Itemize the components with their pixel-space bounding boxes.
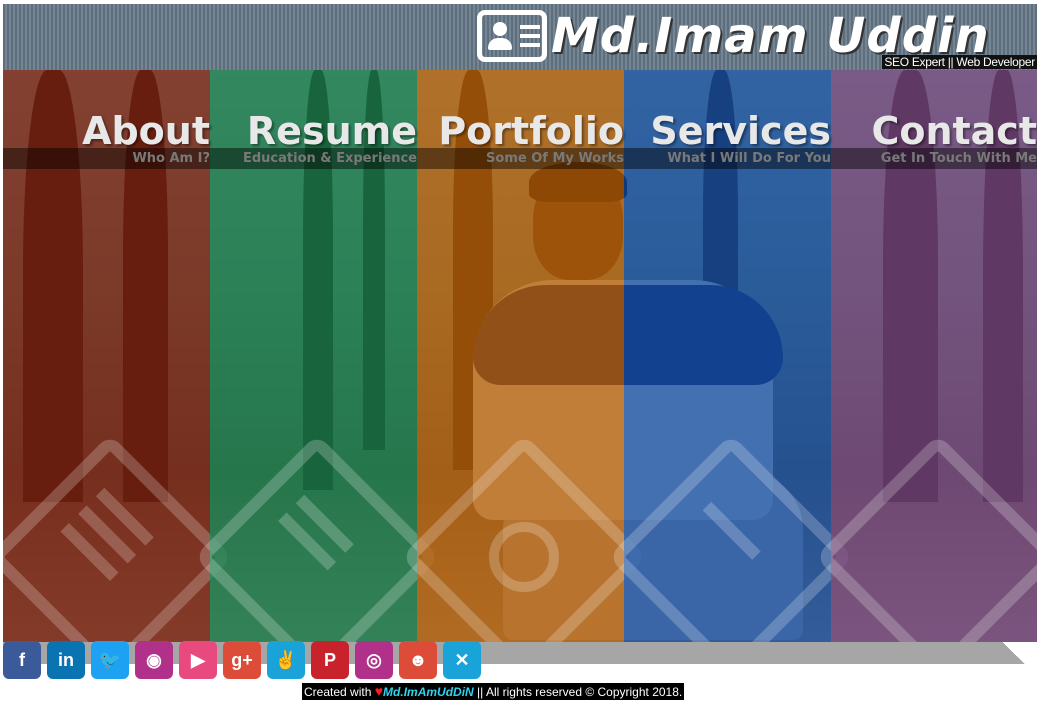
id-card-icon[interactable] (477, 10, 547, 62)
github-icon[interactable]: ◉ (135, 641, 173, 679)
twitter-icon[interactable]: 🐦 (91, 641, 129, 679)
reddit-icon[interactable]: ☻ (399, 641, 437, 679)
nav-title-bar (3, 148, 1037, 169)
yahoo-icon[interactable]: ✌ (267, 641, 305, 679)
xing-icon[interactable]: ✕ (443, 641, 481, 679)
facebook-icon[interactable]: f (3, 641, 41, 679)
pinterest-icon[interactable]: P (311, 641, 349, 679)
youtube-icon[interactable]: ▶ (179, 641, 217, 679)
social-links: f in 🐦 ◉ ▶ g+ ✌ P ◎ ☻ ✕ (3, 641, 487, 679)
instagram-icon[interactable]: ◎ (355, 641, 393, 679)
footer-author-link[interactable]: Md.ImAmUdDiN (383, 685, 474, 699)
social-bar-shelf (990, 642, 1037, 664)
site-header: Md.Imam Uddin SEO Expert || Web Develope… (3, 4, 1037, 70)
heart-icon: ♥ (374, 683, 384, 699)
linkedin-icon[interactable]: in (47, 641, 85, 679)
site-footer: Created with ♥Md.ImAmUdDiN || All rights… (302, 683, 685, 700)
site-tagline: SEO Expert || Web Developer (882, 55, 1037, 69)
google-plus-icon[interactable]: g+ (223, 641, 261, 679)
page-frame: Md.Imam Uddin SEO Expert || Web Develope… (3, 4, 1037, 642)
footer-copyright: || All rights reserved © Copyright 2018. (477, 685, 683, 699)
footer-prefix: Created with (304, 685, 372, 699)
